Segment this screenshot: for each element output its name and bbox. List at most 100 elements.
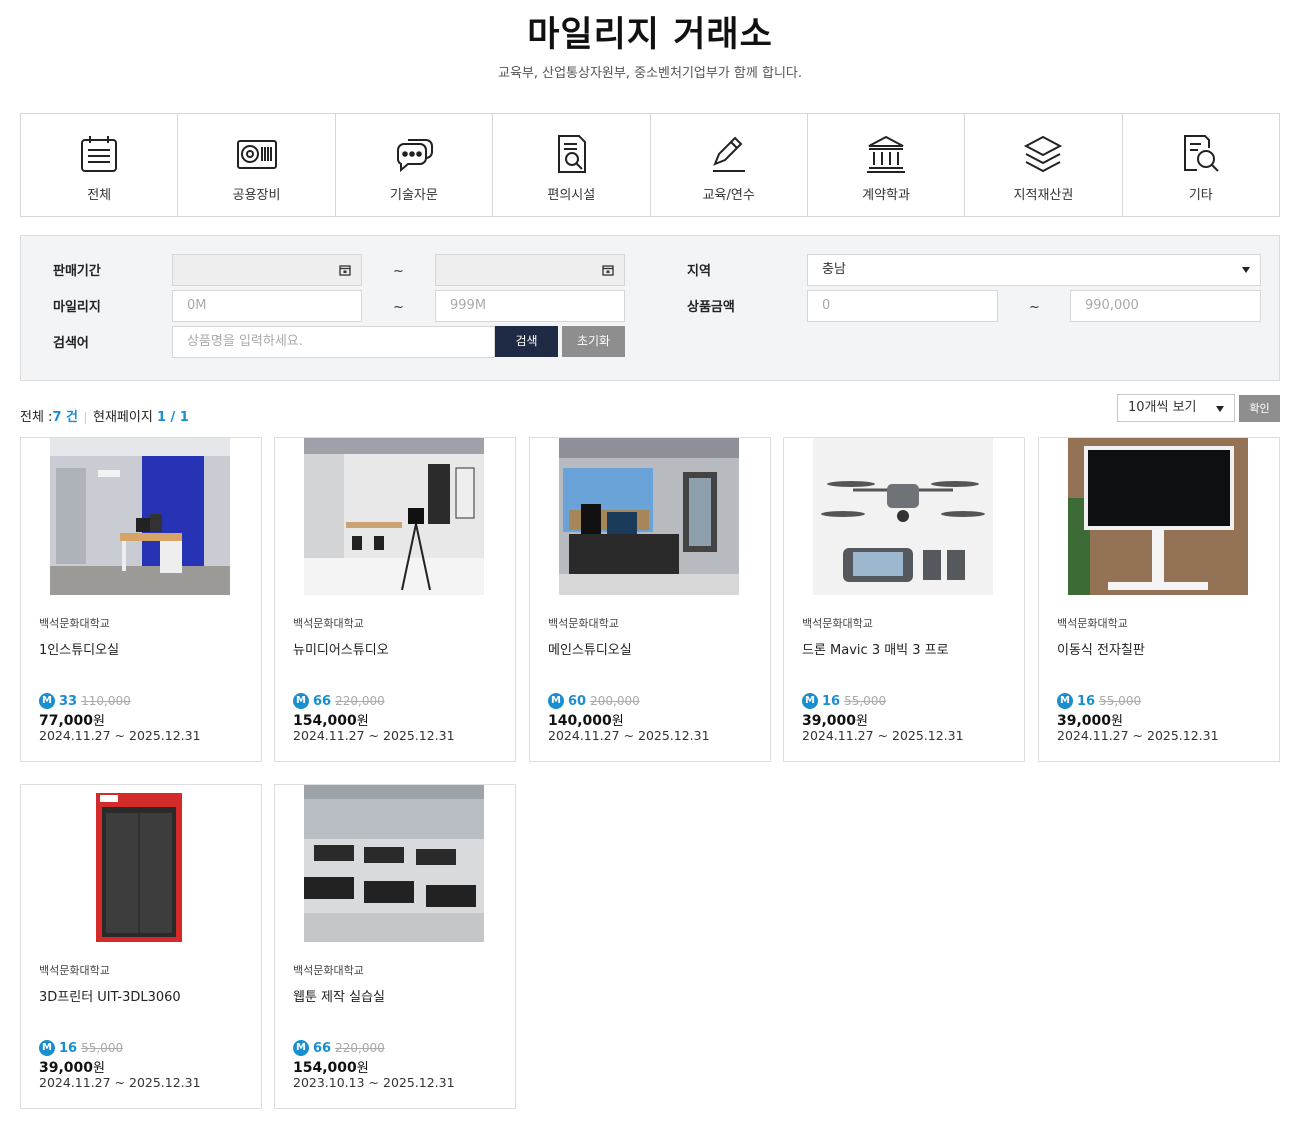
- product-name: 1인스튜디오실: [39, 643, 120, 658]
- mileage-value: 60: [568, 693, 587, 709]
- product-name: 웹툰 제작 실습실: [293, 990, 385, 1005]
- region-value: 충남: [822, 262, 846, 277]
- won-unit: 원: [93, 714, 105, 729]
- tilde: ~: [1029, 300, 1040, 315]
- mileage-label: 마일리지: [53, 300, 101, 315]
- original-price: 220,000: [335, 1041, 385, 1055]
- product-mileage: M 16 55,000: [39, 1040, 123, 1056]
- price-value: 140,000: [548, 713, 612, 729]
- won-unit: 원: [856, 714, 868, 729]
- mileage-badge-icon: M: [39, 693, 55, 709]
- product-price: 77,000원: [39, 710, 105, 729]
- current-page-label: 현재페이지: [92, 410, 153, 425]
- product-mileage: M 60 200,000: [548, 693, 640, 709]
- product-card[interactable]: 백석문화대학교 이동식 전자칠판 M 16 55,000 39,000원 2024.…: [1038, 437, 1280, 762]
- confirm-button[interactable]: 확인: [1239, 395, 1280, 422]
- mileage-badge-icon: M: [293, 1040, 309, 1056]
- page-title: 마일리지 거래소: [527, 15, 773, 55]
- product-card[interactable]: 백석문화대학교 3D프린터 UIT-3DL3060 M 16 55,000 39,0…: [20, 784, 262, 1109]
- product-school: 백석문화대학교: [39, 964, 110, 977]
- mileage-min-input[interactable]: 0M: [172, 290, 362, 322]
- mileage-max-input[interactable]: 999M: [435, 290, 625, 322]
- price-value: 39,000: [1057, 713, 1112, 729]
- product-period: 2024.11.27 ~ 2025.12.31: [1057, 728, 1219, 743]
- product-period: 2024.11.27 ~ 2025.12.31: [39, 1075, 201, 1090]
- current-page: 1 / 1: [156, 410, 189, 425]
- chevron-down-icon: [1242, 267, 1250, 273]
- tilde: ~: [393, 300, 404, 315]
- reset-button[interactable]: 초기화: [562, 326, 625, 357]
- price-value: 154,000: [293, 713, 357, 729]
- price-value: 39,000: [802, 713, 857, 729]
- original-price: 110,000: [81, 694, 131, 708]
- category-label: 계약학과: [862, 188, 910, 203]
- price-min-input[interactable]: 0: [807, 290, 998, 322]
- product-image: [559, 438, 739, 595]
- result-summary: 전체 :7 건 현재페이지 1 / 1: [20, 406, 189, 425]
- product-card[interactable]: 백석문화대학교 뉴미디어스튜디오 M 66 220,000 154,000원 202…: [274, 437, 516, 762]
- product-period: 2024.11.27 ~ 2025.12.31: [548, 728, 710, 743]
- price-max-input[interactable]: 990,000: [1070, 290, 1261, 322]
- category-contract[interactable]: 계약학과: [808, 114, 966, 216]
- region-select[interactable]: 충남: [807, 254, 1261, 286]
- sale-period-start-input[interactable]: [172, 254, 362, 286]
- product-price: 154,000원: [293, 1057, 369, 1076]
- per-page-select[interactable]: 10개씩 보기: [1117, 394, 1235, 422]
- product-mileage: M 66 220,000: [293, 693, 385, 709]
- product-school: 백석문화대학교: [802, 617, 873, 630]
- category-education[interactable]: 교육/연수: [651, 114, 808, 216]
- category-all[interactable]: 전체: [21, 114, 179, 216]
- chat-bubbles-icon: [396, 139, 433, 173]
- product-period: 2024.11.27 ~ 2025.12.31: [293, 728, 455, 743]
- keyword-input[interactable]: 상품명을 입력하세요.: [172, 326, 495, 358]
- total-count: 7 건: [52, 410, 78, 425]
- category-label: 기술자문: [390, 188, 438, 203]
- search-filter-panel: 판매기간 ~ 지역 충남 마일리지 0M ~ 999M 상품금액 0 ~ 990…: [20, 235, 1280, 381]
- layers-icon: [1024, 135, 1063, 173]
- product-period: 2023.10.13 ~ 2025.12.31: [293, 1075, 455, 1090]
- category-ip[interactable]: 지적재산권: [965, 114, 1123, 216]
- category-equipment[interactable]: 공용장비: [178, 114, 336, 216]
- price-value: 154,000: [293, 1060, 357, 1076]
- product-period: 2024.11.27 ~ 2025.12.31: [39, 728, 201, 743]
- product-image: [813, 438, 993, 595]
- product-period: 2024.11.27 ~ 2025.12.31: [802, 728, 964, 743]
- product-price: 39,000원: [802, 710, 868, 729]
- won-unit: 원: [356, 714, 369, 729]
- category-facility[interactable]: 편의시설: [493, 114, 651, 216]
- product-school: 백석문화대학교: [548, 617, 619, 630]
- institution-icon: [867, 135, 906, 173]
- product-card[interactable]: 백석문화대학교 1인스튜디오실 M 33 110,000 77,000원 2024.…: [20, 437, 262, 762]
- category-bar: 전체 공용장비 기술자문 편의시설 교육/연수 계약학과 지적재산권 기타: [20, 113, 1280, 217]
- equipment-icon: [236, 140, 277, 169]
- document-magnifier-icon: [1183, 135, 1219, 172]
- product-price: 140,000원: [548, 710, 624, 729]
- product-card[interactable]: 백석문화대학교 웹툰 제작 실습실 M 66 220,000 154,000원 20…: [274, 784, 516, 1109]
- document-search-icon: [558, 135, 587, 173]
- product-image: [304, 438, 484, 595]
- search-button[interactable]: 검색: [495, 326, 558, 357]
- product-image: [50, 438, 230, 595]
- category-consulting[interactable]: 기술자문: [336, 114, 494, 216]
- product-name: 3D프린터 UIT-3DL3060: [39, 990, 181, 1005]
- category-label: 편의시설: [547, 188, 596, 203]
- sale-period-label: 판매기간: [53, 264, 101, 279]
- mileage-badge-icon: M: [1057, 693, 1073, 709]
- product-school: 백석문화대학교: [293, 617, 364, 630]
- mileage-value: 16: [822, 693, 841, 709]
- category-label: 전체: [87, 188, 112, 203]
- mileage-badge-icon: M: [293, 693, 309, 709]
- original-price: 200,000: [590, 694, 640, 708]
- region-label: 지역: [687, 264, 711, 279]
- original-price: 55,000: [844, 694, 887, 708]
- mileage-value: 16: [1077, 693, 1096, 709]
- product-image: [50, 785, 230, 942]
- chevron-down-icon: [1216, 406, 1224, 412]
- tilde: ~: [393, 264, 404, 279]
- product-school: 백석문화대학교: [1057, 617, 1128, 630]
- sale-period-end-input[interactable]: [435, 254, 625, 286]
- category-etc[interactable]: 기타: [1123, 114, 1279, 216]
- mileage-value: 16: [59, 1040, 78, 1056]
- product-card[interactable]: 백석문화대학교 메인스튜디오실 M 60 200,000 140,000원 2024…: [529, 437, 771, 762]
- product-card[interactable]: 백석문화대학교 드론 Mavic 3 매빅 3 프로 M 16 55,000 39,…: [783, 437, 1025, 762]
